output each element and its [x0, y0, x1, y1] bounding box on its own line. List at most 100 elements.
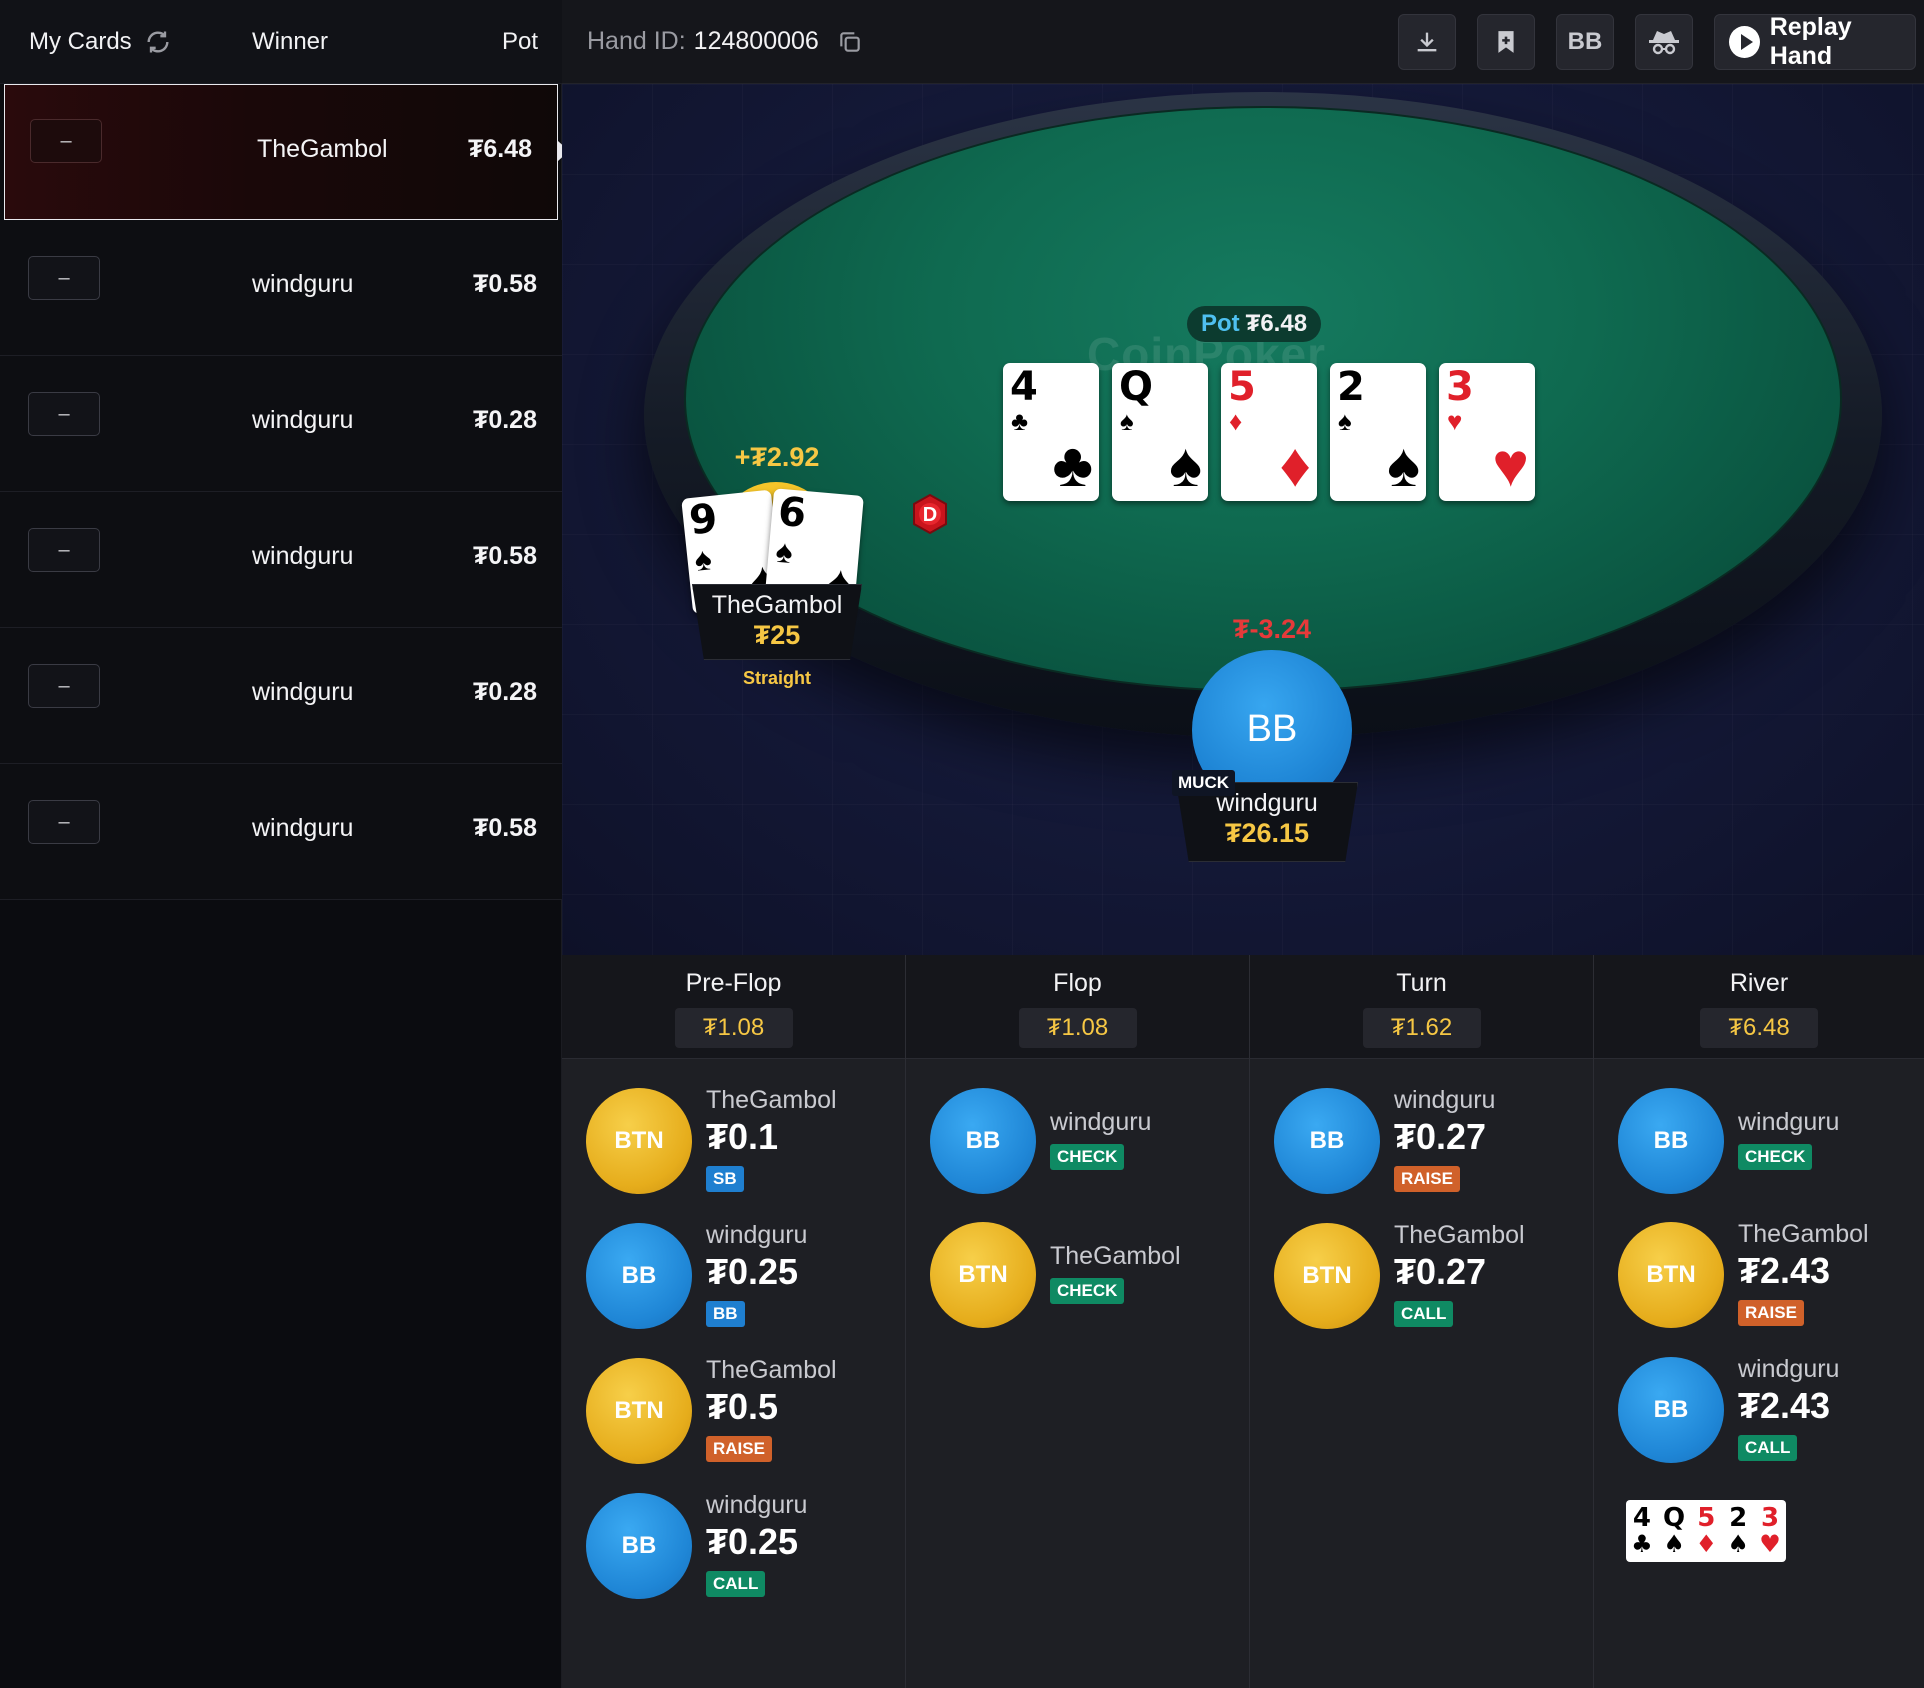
action-tag: CHECK	[1738, 1144, 1813, 1170]
hand-row[interactable]: – TheGambol ₮6.48	[4, 84, 569, 220]
copy-icon[interactable]	[837, 29, 863, 55]
card-rank: Q	[1663, 1503, 1686, 1533]
action-amount: ₮0.25	[706, 1521, 799, 1562]
card-rank: 3	[1446, 364, 1474, 410]
hand-id-value: 124800006	[693, 27, 819, 55]
card-suit-small: ♦	[1229, 406, 1243, 436]
incognito-button[interactable]	[1635, 14, 1693, 70]
row-winner: windguru	[252, 542, 354, 570]
top-bar: Hand ID: 124800006 BB Replay Hand	[562, 0, 1924, 84]
action-item: BB windguru ₮0.25 BB	[586, 1211, 906, 1329]
action-item: BB windguru ₮0.25 CALL	[586, 1481, 906, 1599]
action-player: windguru	[1050, 1108, 1152, 1136]
seat-stack: ₮25	[753, 620, 801, 650]
download-button[interactable]	[1398, 14, 1456, 70]
hand-row[interactable]: – windguru ₮0.58	[0, 764, 562, 900]
card-suit: ♥	[1759, 1530, 1781, 1558]
my-cards-placeholder: –	[28, 664, 100, 708]
row-winner: windguru	[252, 678, 354, 706]
bookmark-add-button[interactable]	[1477, 14, 1535, 70]
action-item: BTN TheGambol ₮0.27 CALL	[1274, 1211, 1594, 1329]
board-card: 3 ♥ ♥	[1439, 363, 1535, 501]
hand-row[interactable]: – windguru ₮0.58	[0, 220, 562, 356]
pot-label: Pot	[1201, 310, 1240, 337]
street-header: River ₮6.48	[1594, 955, 1924, 1059]
refresh-icon[interactable]	[144, 28, 172, 56]
action-tag: CALL	[1738, 1435, 1798, 1461]
card-suit-small: ♥	[1447, 406, 1463, 436]
street-name: River	[1729, 969, 1789, 997]
card-rank: 3	[1760, 1503, 1780, 1533]
action-tag: RAISE	[1394, 1166, 1460, 1192]
card-suit-large: ♦	[1279, 431, 1311, 500]
card-suit: ♣	[1631, 1530, 1653, 1558]
hand-history-header: My Cards Winner Pot	[0, 0, 562, 84]
download-icon	[1417, 32, 1437, 52]
muck-badge: MUCK	[1172, 770, 1235, 796]
row-pot: ₮0.28	[473, 406, 537, 434]
board-card: Q ♠ ♠	[1112, 363, 1208, 501]
seat-stack: ₮26.15	[1224, 818, 1310, 848]
card-rank: 2	[1337, 364, 1365, 410]
action-tag: CALL	[1394, 1301, 1454, 1327]
hand-row[interactable]: – windguru ₮0.58	[0, 492, 562, 628]
action-item: BTN TheGambol CHECK	[930, 1210, 1250, 1328]
hand-row[interactable]: – windguru ₮0.28	[0, 356, 562, 492]
action-player: windguru	[1738, 1108, 1840, 1136]
hand-description: Straight	[742, 668, 811, 688]
action-player: TheGambol	[1738, 1220, 1869, 1248]
row-pot: ₮0.58	[473, 542, 537, 570]
card-rank: 5	[1228, 364, 1256, 410]
action-item: BTN TheGambol ₮0.1 SB	[586, 1076, 906, 1194]
row-pot: ₮0.58	[473, 814, 537, 842]
my-cards-label: My Cards	[29, 27, 132, 55]
action-player: windguru	[1738, 1355, 1840, 1383]
card-suit-large: ♣	[1052, 431, 1093, 500]
card-suit-small: ♠	[1120, 406, 1134, 436]
my-cards-placeholder: –	[28, 256, 100, 300]
position-chip: BB	[586, 1223, 692, 1329]
street-flop: Flop ₮1.08 BB windguru CHECK BTN TheGamb…	[906, 955, 1250, 1688]
seat-player-name: TheGambol	[711, 591, 843, 619]
position-chip: BB	[930, 1088, 1036, 1194]
row-pot: ₮0.28	[473, 678, 537, 706]
card-rank: 9	[687, 495, 720, 545]
card-rank: 6	[776, 488, 808, 538]
card-rank: 2	[1729, 1503, 1748, 1533]
my-cards-placeholder: –	[28, 800, 100, 844]
street-pot: ₮1.08	[1018, 1008, 1137, 1048]
my-cards-placeholder: –	[28, 392, 100, 436]
card-suit-small: ♣	[1011, 406, 1029, 436]
mini-card: 5 ♦	[1696, 1505, 1718, 1557]
my-cards-placeholder: –	[28, 528, 100, 572]
hand-history-panel: My Cards Winner Pot – TheGambol ₮6.48 – …	[0, 0, 569, 1688]
action-player: TheGambol	[706, 1086, 837, 1114]
mini-card: 4 ♣	[1631, 1505, 1653, 1557]
seat-result: ₮-3.24	[1232, 614, 1312, 644]
position-chip: BTN	[1274, 1223, 1380, 1329]
row-pot: ₮0.58	[473, 270, 537, 298]
action-player: windguru	[706, 1221, 808, 1249]
action-amount: ₮2.43	[1738, 1250, 1831, 1291]
action-tag: CHECK	[1050, 1278, 1125, 1304]
street-name: Turn	[1396, 969, 1447, 997]
dealer-button: D	[910, 493, 947, 535]
action-player: TheGambol	[1394, 1221, 1525, 1249]
action-tag: RAISE	[706, 1436, 772, 1462]
winner-column-header: Winner	[252, 27, 329, 55]
street-action-log: Pre-Flop ₮1.08 BTN TheGambol ₮0.1 SB BB …	[562, 955, 1924, 1688]
mini-card: 2 ♠	[1727, 1505, 1749, 1557]
action-tag: CALL	[706, 1571, 766, 1597]
street-preflop: Pre-Flop ₮1.08 BTN TheGambol ₮0.1 SB BB …	[562, 955, 906, 1688]
card-suit: ♠	[1663, 1530, 1685, 1558]
hand-row[interactable]: – windguru ₮0.28	[0, 628, 562, 764]
position-chip: BTN	[1618, 1222, 1724, 1328]
board-card: 4 ♣ ♣	[1003, 363, 1099, 501]
card-rank: 4	[1632, 1503, 1651, 1533]
bb-toggle-button[interactable]: BB	[1556, 14, 1614, 70]
action-tag: CHECK	[1050, 1144, 1125, 1170]
replay-hand-button[interactable]: Replay Hand	[1714, 13, 1916, 70]
action-item: BTN TheGambol ₮2.43 RAISE	[1618, 1210, 1924, 1328]
position-chip: BTN	[930, 1222, 1036, 1328]
dealer-chip-icon: D	[913, 493, 947, 535]
